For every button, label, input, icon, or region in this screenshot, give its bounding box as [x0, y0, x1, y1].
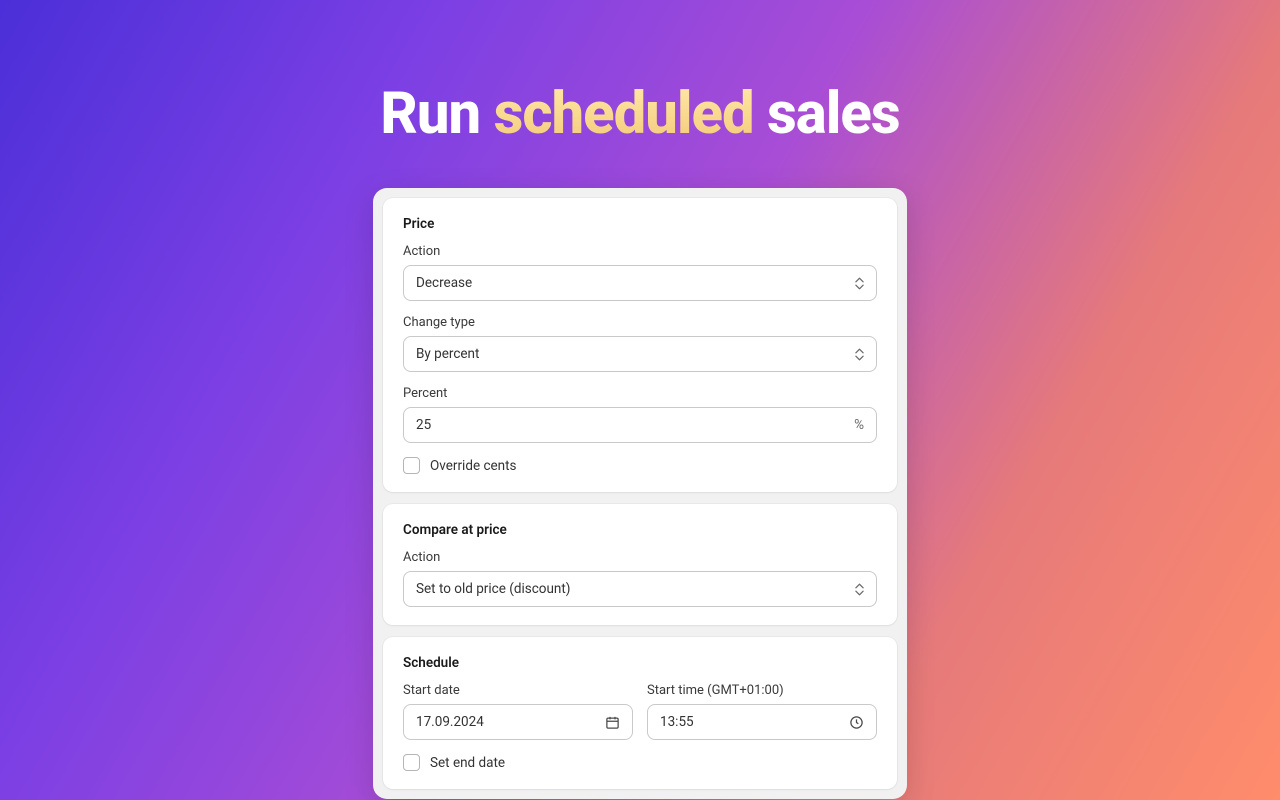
start-time-input[interactable]: [660, 714, 849, 730]
price-percent-label: Percent: [403, 386, 877, 401]
set-end-date-label: Set end date: [430, 755, 505, 771]
select-stepper-icon: [855, 277, 864, 290]
override-cents-checkbox[interactable]: [403, 457, 420, 474]
calendar-icon: [605, 715, 620, 730]
start-time-label: Start time (GMT+01:00): [647, 683, 877, 698]
compare-action-label: Action: [403, 550, 877, 565]
compare-card: Compare at price Action Set to old price…: [383, 504, 897, 625]
price-title: Price: [403, 216, 877, 232]
schedule-card: Schedule Start date: [383, 637, 897, 789]
percent-suffix: %: [854, 417, 864, 433]
heading-part2: sales: [754, 80, 900, 148]
price-percent-input-wrap[interactable]: %: [403, 407, 877, 443]
select-stepper-icon: [855, 348, 864, 361]
price-action-label: Action: [403, 244, 877, 259]
price-action-select[interactable]: Decrease: [403, 265, 877, 301]
compare-title: Compare at price: [403, 522, 877, 538]
heading-part1: Run: [380, 80, 493, 148]
price-action-value: Decrease: [416, 275, 855, 291]
select-stepper-icon: [855, 583, 864, 596]
price-change-type-select[interactable]: By percent: [403, 336, 877, 372]
heading-highlight: scheduled: [494, 80, 754, 148]
compare-action-value: Set to old price (discount): [416, 581, 855, 597]
start-date-label: Start date: [403, 683, 633, 698]
price-change-type-value: By percent: [416, 346, 855, 362]
start-time-input-wrap[interactable]: [647, 704, 877, 740]
page-heading: Run scheduled sales: [0, 80, 1280, 148]
set-end-date-checkbox[interactable]: [403, 754, 420, 771]
compare-action-select[interactable]: Set to old price (discount): [403, 571, 877, 607]
override-cents-label: Override cents: [430, 458, 517, 474]
price-percent-input[interactable]: [416, 417, 854, 433]
clock-icon: [849, 715, 864, 730]
price-card: Price Action Decrease Change type By per…: [383, 198, 897, 492]
price-change-type-label: Change type: [403, 315, 877, 330]
start-date-input-wrap[interactable]: [403, 704, 633, 740]
schedule-title: Schedule: [403, 655, 877, 671]
start-date-input[interactable]: [416, 714, 605, 730]
form-panel: Price Action Decrease Change type By per…: [373, 188, 907, 799]
